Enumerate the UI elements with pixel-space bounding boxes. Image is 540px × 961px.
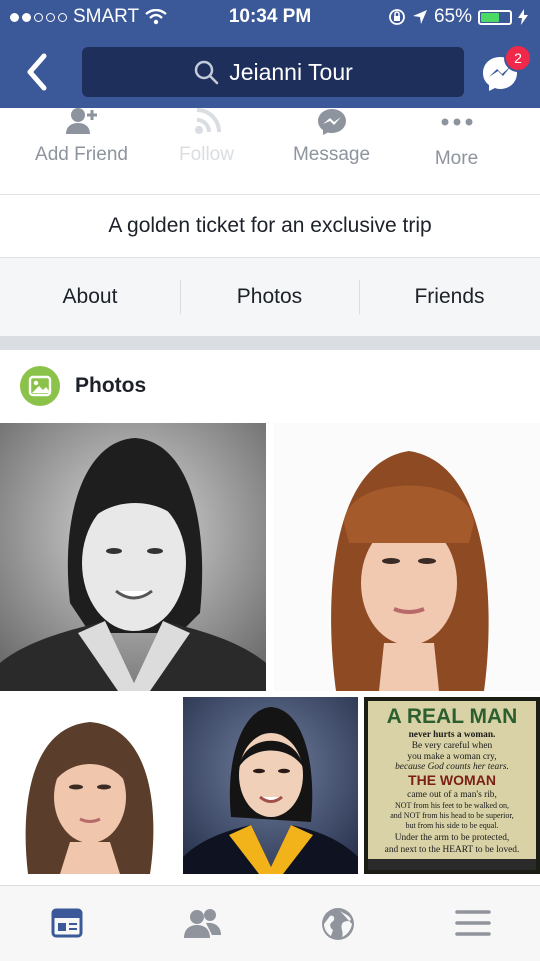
quote-line: Be very careful when <box>412 740 493 751</box>
more-dots-icon <box>441 118 472 126</box>
profile-tabs: About Photos Friends <box>0 258 540 336</box>
photo-thumbnail[interactable] <box>0 697 177 874</box>
friends-icon[interactable] <box>183 906 223 940</box>
quote-line: THE WOMAN <box>408 772 496 788</box>
quote-card-photo[interactable]: A REAL MAN never hurts a woman. Be very … <box>364 697 540 874</box>
quote-line: but from his side to be equal. <box>405 821 498 830</box>
search-icon <box>194 60 219 85</box>
quote-line: because God counts her tears. <box>395 762 509 772</box>
bottom-tab-bar <box>0 885 540 961</box>
photo-thumbnail[interactable] <box>183 697 358 874</box>
quote-line: never hurts a woman. <box>409 730 496 740</box>
add-friend-button[interactable]: Add Friend <box>14 108 149 194</box>
nav-bar: Jeianni Tour 2 <box>0 34 540 108</box>
tab-about[interactable]: About <box>0 258 180 336</box>
globe-icon[interactable] <box>320 906 356 942</box>
add-friend-label: Add Friend <box>35 144 128 165</box>
photos-title: Photos <box>75 374 147 397</box>
quote-line: Under the arm to be protected, <box>395 833 510 843</box>
quote-line: NOT from his feet to be walked on, <box>395 801 509 810</box>
message-button[interactable]: Message <box>264 108 399 194</box>
search-text: Jeianni Tour <box>229 58 353 85</box>
back-chevron-icon[interactable] <box>22 52 54 92</box>
photo-thumbnail[interactable] <box>0 423 266 691</box>
menu-icon[interactable] <box>455 906 491 940</box>
status-right: 65% <box>388 6 528 28</box>
more-button[interactable]: More <box>389 108 524 194</box>
tab-friends[interactable]: Friends <box>359 258 540 336</box>
orientation-lock-icon <box>389 9 405 25</box>
charging-icon <box>518 9 528 25</box>
search-field[interactable]: Jeianni Tour <box>82 47 464 97</box>
follow-button[interactable]: Follow <box>139 108 274 194</box>
status-bar: SMART 10:34 PM 65% <box>0 0 540 34</box>
quote-line: and NOT from his head to be superior, <box>390 811 514 820</box>
quote-line: came out of a man's rib, <box>407 789 497 800</box>
quote-card: A REAL MAN never hurts a woman. Be very … <box>364 697 540 874</box>
location-icon <box>412 10 427 24</box>
follow-label: Follow <box>179 144 234 165</box>
add-friend-icon <box>65 108 97 134</box>
battery-percent: 65% <box>433 6 472 27</box>
photo-thumbnail[interactable] <box>274 423 540 691</box>
section-divider <box>0 336 540 350</box>
photos-icon <box>20 366 60 406</box>
quote-line: and next to the HEART to be loved. <box>385 845 520 855</box>
profile-subtitle: A golden ticket for an exclusive trip <box>0 195 540 258</box>
tab-photos[interactable]: Photos <box>180 258 359 336</box>
quote-line: you make a woman cry, <box>407 752 496 762</box>
notification-badge: 2 <box>504 44 532 72</box>
rss-icon <box>194 108 221 134</box>
news-feed-icon[interactable] <box>50 906 84 940</box>
message-label: Message <box>292 144 371 165</box>
more-label: More <box>434 148 479 169</box>
message-icon <box>317 109 346 135</box>
photos-section-header[interactable]: Photos <box>0 350 540 422</box>
quote-title: A REAL MAN <box>387 705 518 728</box>
profile-actions: Add Friend Follow Message More <box>0 108 540 195</box>
battery-icon <box>478 9 512 25</box>
